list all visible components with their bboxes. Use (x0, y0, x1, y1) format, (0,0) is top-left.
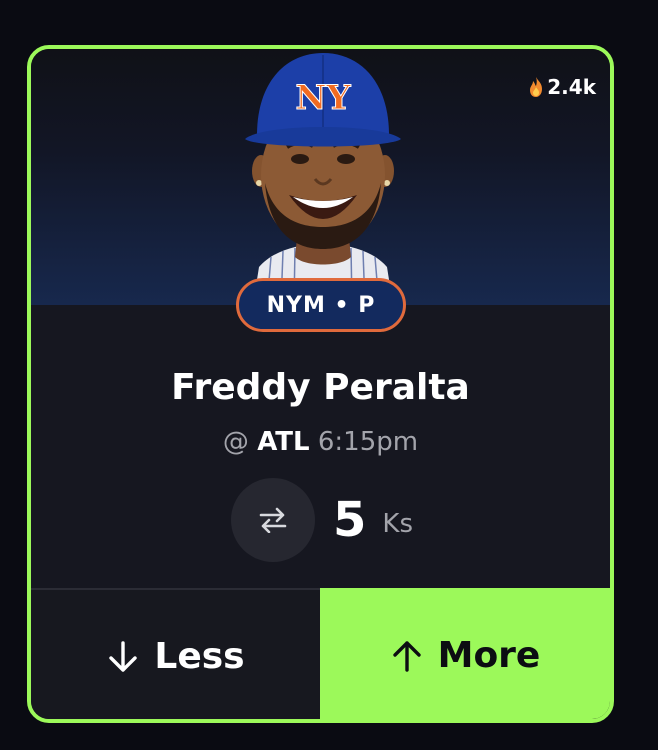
flame-icon (530, 77, 543, 97)
swap-arrows-icon (259, 507, 287, 533)
arrow-down-icon (109, 640, 138, 672)
game-time: 6:15pm (317, 427, 419, 457)
projection-line: 5 Ks (231, 478, 413, 562)
matchup-at-symbol: @ (222, 427, 249, 457)
more-label: More (437, 635, 541, 676)
player-name: Freddy Peralta (171, 367, 470, 408)
player-headshot: NY (245, 53, 401, 305)
projection-unit: Ks (382, 509, 414, 539)
more-button[interactable]: More (320, 588, 610, 719)
team-position-badge: NYM • P (236, 278, 406, 332)
game-matchup: @ ATL 6:15pm (31, 427, 610, 457)
less-label: Less (154, 636, 245, 677)
player-hero: 2.4k NY NYM • P (31, 49, 610, 332)
opponent-team: ATL (257, 427, 310, 457)
swap-stat-button[interactable] (231, 478, 315, 562)
less-button[interactable]: Less (31, 590, 320, 719)
popularity-indicator: 2.4k (527, 75, 596, 99)
arrow-up-icon (392, 640, 421, 672)
player-prop-card: 2.4k NY NYM • P Freddy Peralta @ ATL 6:1… (27, 45, 614, 723)
svg-text:NY: NY (295, 78, 351, 118)
popularity-count: 2.4k (547, 75, 596, 99)
projection-value: 5 (333, 492, 367, 548)
